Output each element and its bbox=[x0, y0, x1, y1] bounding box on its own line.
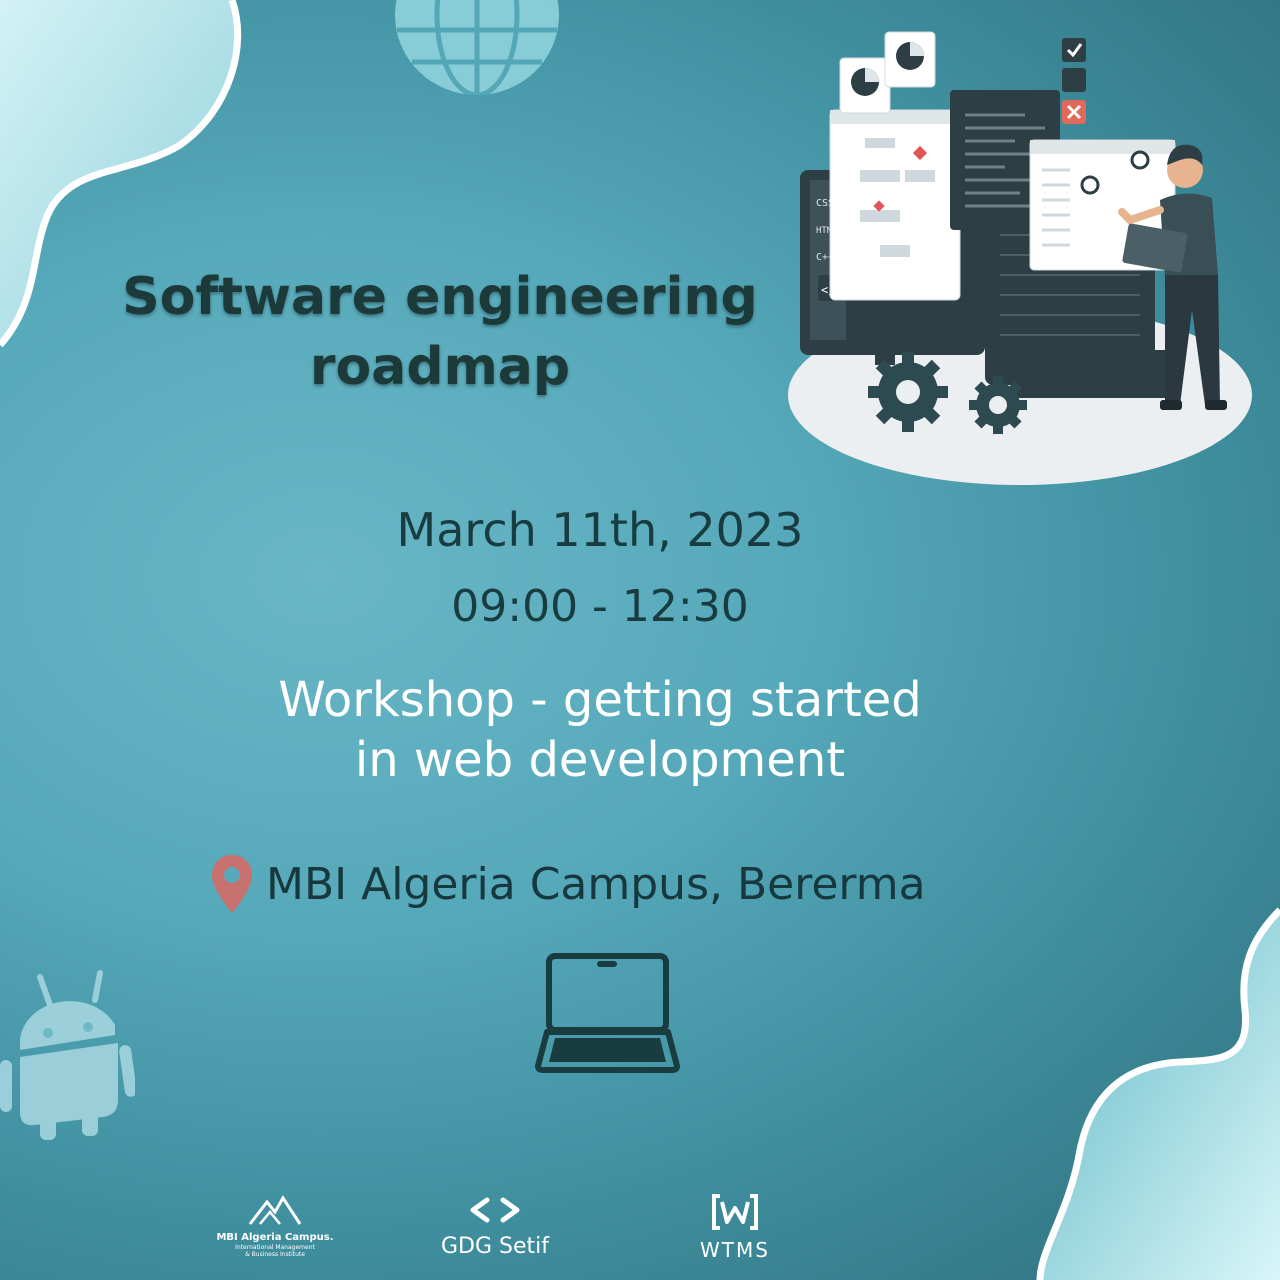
mbi-logo: MBI Algeria Campus. International Manage… bbox=[210, 1192, 340, 1258]
wtms-logo: WTMS bbox=[670, 1192, 800, 1262]
event-location: MBI Algeria Campus, Bererma bbox=[210, 852, 1070, 916]
location-text: MBI Algeria Campus, Bererma bbox=[266, 858, 926, 910]
event-poster: CSS HTML C++ </> bbox=[0, 0, 1280, 1280]
mbi-sub-1: International Management bbox=[235, 1244, 315, 1251]
wtms-name: WTMS bbox=[700, 1238, 770, 1262]
title-line-2: roadmap bbox=[309, 337, 571, 397]
mbi-sub-2: & Business Institute bbox=[245, 1251, 305, 1258]
developer-illustration: CSS HTML C++ </> bbox=[788, 31, 1252, 485]
globe-icon bbox=[395, 0, 559, 95]
workshop-line-2: in web development bbox=[354, 732, 846, 788]
title-line-1: Software engineering bbox=[122, 267, 758, 327]
event-time: 09:00 - 12:30 bbox=[451, 581, 749, 632]
mountain-icon bbox=[248, 1195, 302, 1225]
page-title: Software engineering roadmap bbox=[80, 262, 800, 402]
code-brackets-icon bbox=[470, 1197, 520, 1223]
workshop-line-1: Workshop - getting started bbox=[278, 672, 922, 728]
map-pin-icon bbox=[212, 855, 252, 913]
android-icon bbox=[0, 970, 135, 1140]
event-date: March 11th, 2023 bbox=[396, 503, 804, 557]
wtms-mark-icon bbox=[712, 1194, 758, 1230]
gear-icon bbox=[868, 352, 948, 432]
workshop-title: Workshop - getting started in web develo… bbox=[200, 670, 1000, 790]
gdg-name: GDG Setif bbox=[440, 1234, 549, 1259]
laptop-icon bbox=[535, 953, 680, 1073]
gdg-logo: GDG Setif bbox=[430, 1192, 560, 1260]
mbi-name: MBI Algeria Campus. bbox=[216, 1232, 334, 1243]
